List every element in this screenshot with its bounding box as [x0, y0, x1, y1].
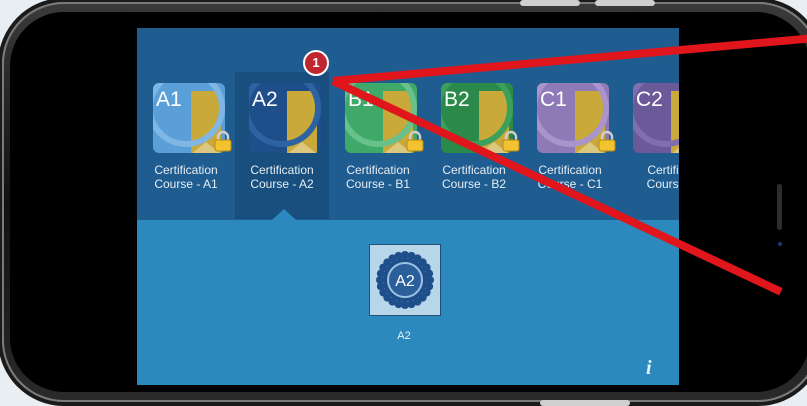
phone-side-button	[540, 400, 630, 406]
course-item[interactable]: B1 Certification Course - B1	[331, 72, 425, 219]
course-label: CertificCourse	[619, 163, 679, 191]
course-label-line1: Certification	[154, 163, 218, 177]
course-label-line2: Course	[646, 177, 679, 191]
course-label-line1: Certification	[250, 163, 314, 177]
course-item[interactable]: C2 CertificCourse	[619, 72, 679, 219]
course-label-line1: Certification	[442, 163, 506, 177]
course-code: C2	[636, 88, 663, 111]
badge-seal-code: A2	[395, 273, 415, 290]
course-code: A2	[252, 88, 278, 111]
phone-notch	[760, 110, 807, 300]
course-label-line2: Course - A1	[154, 177, 218, 191]
course-code: C1	[540, 88, 567, 111]
info-icon[interactable]: i	[646, 357, 652, 380]
course-label-line1: Certification	[346, 163, 410, 177]
course-label: Certification Course - B1	[331, 163, 425, 191]
course-item[interactable]: A2 Certification Course - A2	[235, 72, 329, 219]
lock-icon	[214, 130, 232, 152]
course-label-line1: Certification	[538, 163, 602, 177]
badge-seal-icon: A2	[376, 251, 434, 309]
selected-badge-image[interactable]: A2	[369, 244, 441, 316]
course-code: A1	[156, 88, 182, 111]
course-label-line2: Course - B2	[441, 177, 507, 191]
course-label: Certification Course - A1	[139, 163, 233, 191]
lock-icon	[406, 130, 424, 152]
phone-side-button	[595, 0, 655, 6]
lock-icon	[502, 130, 520, 152]
course-badge-image: A2	[249, 83, 321, 153]
speaker-grille	[777, 184, 782, 230]
front-camera	[778, 242, 782, 246]
course-code: B2	[444, 88, 470, 111]
course-badge-image: C2	[633, 83, 679, 153]
course-item[interactable]: A1 Certification Course - A1	[139, 72, 233, 219]
course-label: Certification Course - A2	[235, 163, 329, 191]
course-label-line2: Course - A2	[250, 177, 314, 191]
lock-icon	[598, 130, 616, 152]
selected-badge-label: A2	[397, 330, 411, 342]
phone-side-button	[520, 0, 580, 6]
notification-badge: 1	[303, 50, 329, 76]
course-label-line2: Course - B1	[345, 177, 411, 191]
selection-pointer	[272, 209, 296, 220]
course-label-line1: Certific	[647, 163, 679, 177]
